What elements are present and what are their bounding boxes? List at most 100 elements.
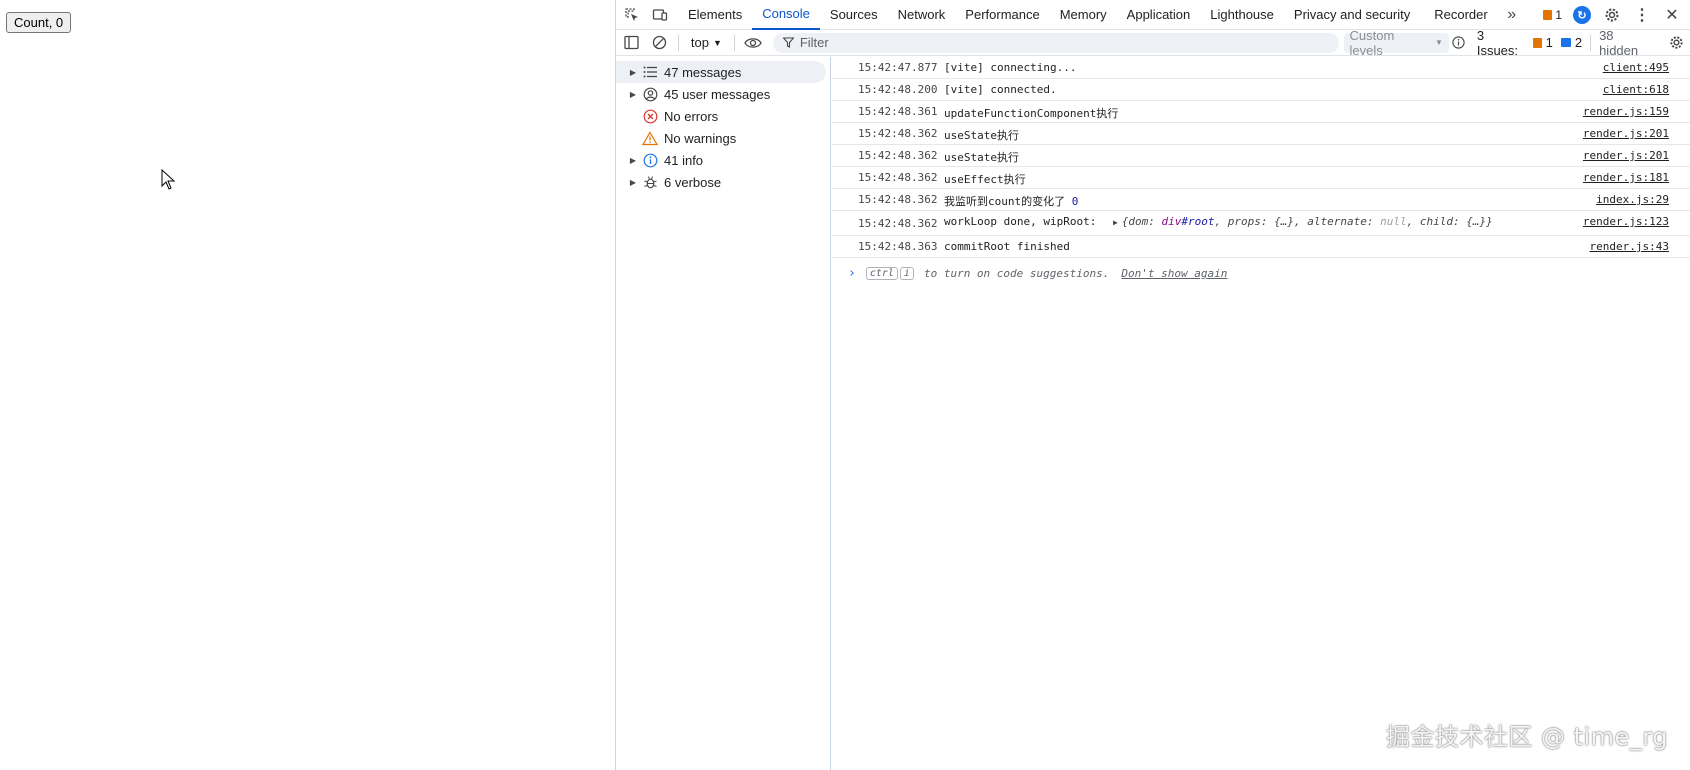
- chevron-double-right-icon[interactable]: »: [1498, 1, 1526, 29]
- close-icon[interactable]: ✕: [1658, 1, 1686, 29]
- message-text: useEffect执行: [944, 173, 1026, 186]
- tab-elements[interactable]: Elements: [678, 0, 752, 30]
- console-message: 15:42:48.362 我监听到count的变化了 0 index.js:29: [832, 189, 1690, 211]
- tab-console[interactable]: Console: [752, 0, 820, 30]
- page-viewport: Count, 0: [0, 0, 616, 770]
- console-message: 15:42:48.362 useState执行 render.js:201: [832, 123, 1690, 145]
- message-text-content: 我监听到count的变化了: [944, 195, 1066, 208]
- message-text: 我监听到count的变化了 0: [944, 193, 1690, 209]
- context-label: top: [690, 35, 709, 50]
- tab-lighthouse[interactable]: Lighthouse: [1200, 0, 1284, 30]
- sidebar-item-label: No warnings: [664, 130, 737, 146]
- error-icon: [640, 108, 660, 124]
- tab-memory[interactable]: Memory: [1050, 0, 1117, 30]
- device-toolbar-icon[interactable]: [646, 1, 674, 29]
- hidden-messages-count: 38 hidden: [1599, 27, 1639, 58]
- console-message: 15:42:47.877 [vite] connecting... client…: [832, 57, 1690, 79]
- message-text: useState执行: [944, 129, 1019, 142]
- message-timestamp: 15:42:48.200: [858, 83, 938, 96]
- message-text: [vite] connected.: [944, 83, 1057, 96]
- console-message: 15:42:48.200 [vite] connected. client:61…: [832, 79, 1690, 101]
- sidebar-item-label: 6 verbose: [664, 174, 722, 190]
- clear-console-icon[interactable]: [646, 29, 674, 57]
- tab-network[interactable]: Network: [888, 0, 956, 30]
- object-preview-part: , props: {…}, alternate:: [1214, 215, 1381, 228]
- toolbar-divider: [733, 34, 735, 51]
- log-levels-dropdown[interactable]: Custom levels ▼: [1343, 28, 1449, 58]
- account-avatar[interactable]: ↻: [1568, 1, 1596, 29]
- issue-info-icon: [1560, 38, 1571, 47]
- message-source-link[interactable]: render.js:201: [1583, 127, 1669, 140]
- tab-recorder[interactable]: Recorder: [1424, 0, 1497, 30]
- message-timestamp: 15:42:48.362: [858, 149, 938, 162]
- console-message: 15:42:48.361 updateFunctionComponent执行 r…: [832, 101, 1690, 123]
- message-source-link[interactable]: index.js:29: [1596, 193, 1669, 206]
- tab-privacy-security[interactable]: Privacy and security: [1284, 0, 1420, 30]
- more-vertical-icon[interactable]: ⋮: [1628, 1, 1656, 29]
- message-source-link[interactable]: render.js:159: [1583, 105, 1669, 118]
- object-preview-part: , child: {…}}: [1406, 215, 1493, 228]
- tab-application[interactable]: Application: [1117, 0, 1201, 30]
- filter-input[interactable]: Filter: [772, 32, 1339, 53]
- sidebar-item-user-messages[interactable]: ▶ 45 user messages: [616, 83, 830, 105]
- object-preview-id: #root: [1181, 215, 1215, 228]
- message-text: commitRoot finished: [944, 240, 1070, 253]
- message-timestamp: 15:42:48.362: [858, 193, 938, 206]
- inspect-element-icon[interactable]: [618, 1, 646, 29]
- message-text: [vite] connecting...: [944, 61, 1077, 74]
- console-messages: 15:42:47.877 [vite] connecting... client…: [832, 57, 1690, 770]
- caret-down-icon: ▼: [1434, 38, 1443, 47]
- ctrl-key: ctrl: [865, 267, 898, 280]
- tab-performance[interactable]: Performance: [955, 0, 1049, 30]
- object-preview-part: {dom:: [1121, 215, 1162, 228]
- issues-badge[interactable]: 1: [1539, 8, 1566, 22]
- message-source-link[interactable]: render.js:123: [1583, 215, 1669, 228]
- issue-warning-icon: [1543, 10, 1553, 20]
- console-message: 15:42:48.362 workLoop done, wipRoot: ▶ {d…: [832, 211, 1690, 236]
- settings-gear-icon[interactable]: [1598, 1, 1626, 29]
- sidebar-item-verbose[interactable]: ▶ 6 verbose: [616, 171, 830, 193]
- dont-show-again-link[interactable]: Don't show again: [1121, 267, 1227, 280]
- mouse-cursor-icon: [161, 169, 176, 190]
- sidebar-toggle-icon[interactable]: [618, 29, 646, 57]
- user-icon: [640, 86, 660, 102]
- message-source-link[interactable]: client:495: [1603, 61, 1669, 74]
- console-message: 15:42:48.362 useState执行 render.js:201: [832, 145, 1690, 167]
- issue-warning-icon: [1532, 37, 1542, 48]
- log-levels-label: Custom levels: [1349, 27, 1395, 58]
- issues-warning-count: 1: [1545, 35, 1553, 50]
- expand-arrow-icon[interactable]: ▶: [626, 90, 640, 99]
- object-preview-null: null: [1380, 215, 1407, 228]
- console-prompt[interactable]: › ctrl i to turn on code suggestions. Do…: [832, 258, 1690, 281]
- sidebar-item-messages[interactable]: ▶ 47 messages: [616, 61, 826, 83]
- object-preview[interactable]: {dom: div#root, props: {…}, alternate: n…: [1122, 215, 1493, 228]
- console-sidebar: ▶ 47 messages ▶ 45 user messages No erro…: [616, 57, 831, 770]
- live-expression-eye-icon[interactable]: [739, 29, 767, 57]
- message-text: useState执行: [944, 151, 1019, 164]
- sidebar-item-errors[interactable]: No errors: [616, 105, 830, 127]
- message-source-link[interactable]: client:618: [1603, 83, 1669, 96]
- expand-arrow-icon[interactable]: ▶: [626, 178, 640, 187]
- sidebar-item-info[interactable]: ▶ 41 info: [616, 149, 830, 171]
- message-source-link[interactable]: render.js:201: [1583, 149, 1669, 162]
- caret-down-icon: ▼: [712, 37, 722, 48]
- message-number-value: 0: [1071, 195, 1079, 208]
- refresh-avatar-icon: ↻: [1573, 6, 1591, 24]
- info-icon: [640, 152, 660, 168]
- expand-object-arrow-icon[interactable]: ▶: [1113, 218, 1118, 227]
- message-timestamp: 15:42:47.877: [858, 61, 938, 74]
- count-button[interactable]: Count, 0: [6, 12, 72, 33]
- message-source-link[interactable]: render.js:181: [1583, 171, 1669, 184]
- info-circle-icon[interactable]: [1449, 29, 1469, 57]
- message-timestamp: 15:42:48.363: [858, 240, 938, 253]
- expand-arrow-icon[interactable]: ▶: [626, 156, 640, 165]
- message-source-link[interactable]: render.js:43: [1590, 240, 1669, 253]
- sidebar-item-warnings[interactable]: No warnings: [616, 127, 830, 149]
- expand-arrow-icon[interactable]: ▶: [626, 68, 640, 77]
- filter-funnel-icon: [782, 37, 794, 48]
- console-settings-gear-icon[interactable]: [1662, 29, 1690, 57]
- message-timestamp: 15:42:48.362: [858, 217, 938, 230]
- context-selector[interactable]: top ▼: [683, 35, 730, 50]
- issues-summary[interactable]: 3 Issues: 1 2: [1477, 28, 1582, 58]
- tab-sources[interactable]: Sources: [820, 0, 888, 30]
